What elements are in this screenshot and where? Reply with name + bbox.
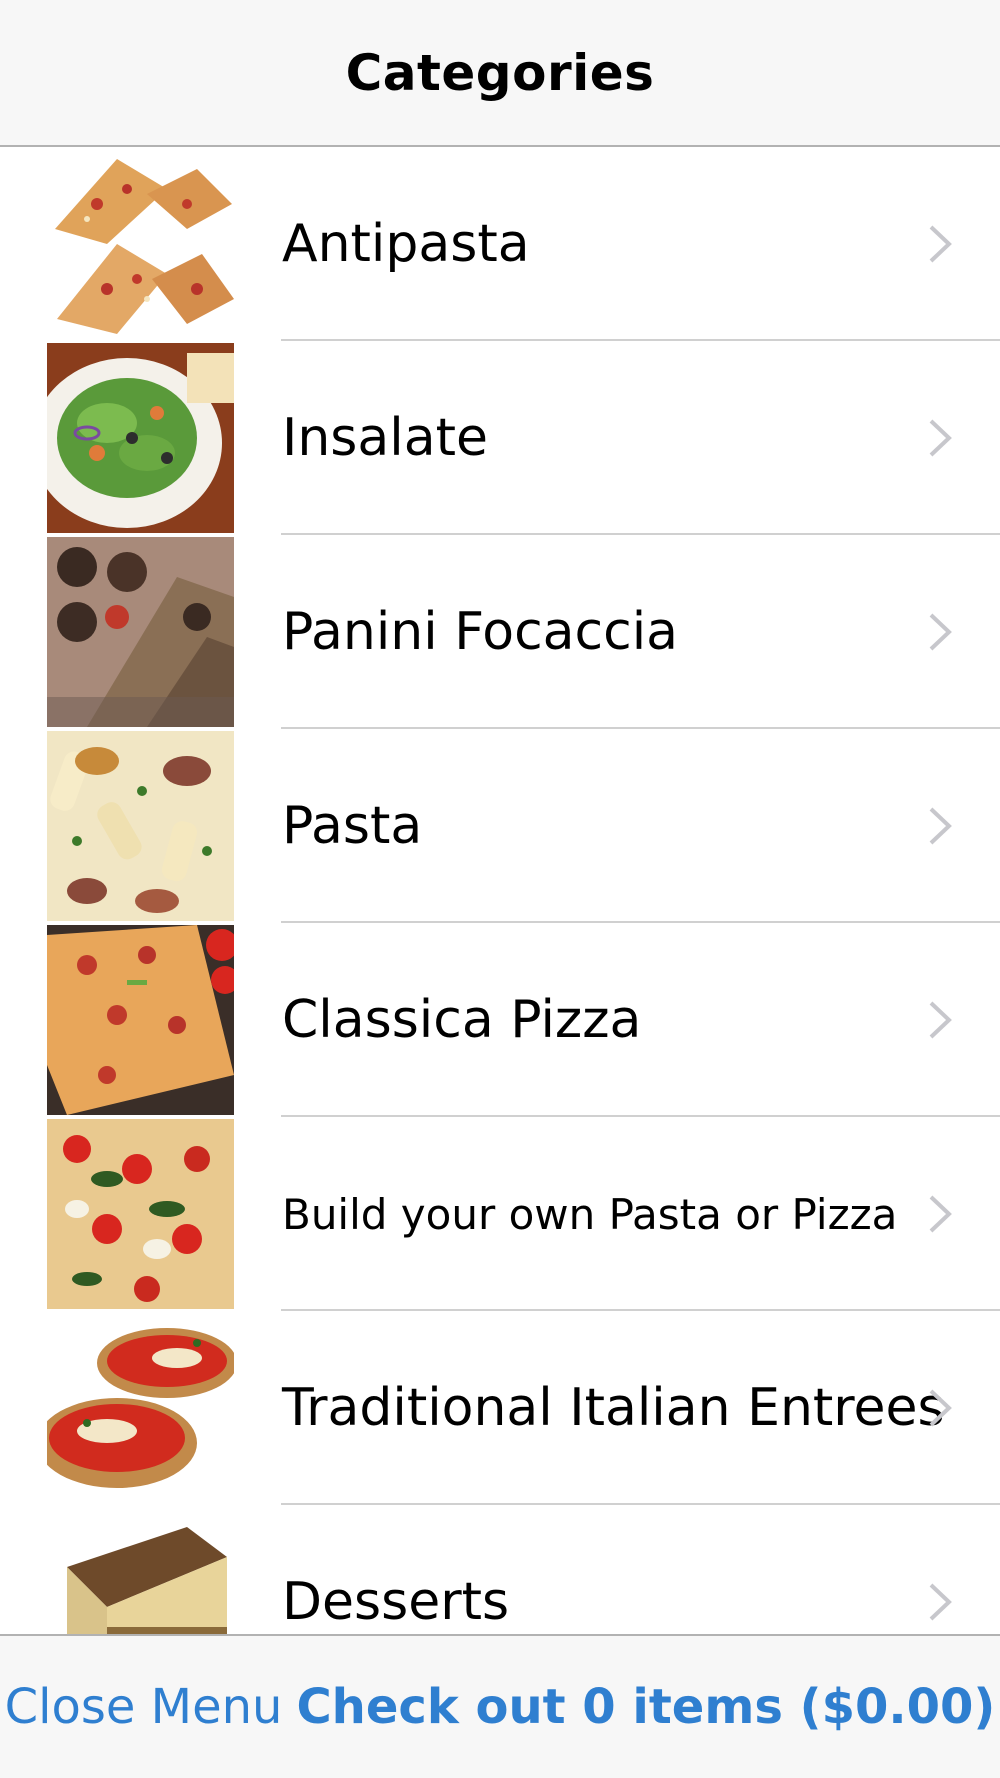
category-label: Build your own Pasta or Pizza: [282, 1189, 898, 1239]
chevron-right-icon: [925, 1581, 955, 1623]
category-label: Antipasta: [282, 214, 530, 274]
parmigiana-photo: [47, 1313, 234, 1503]
page-title: Categories: [345, 43, 655, 102]
chevron-right-icon: [925, 999, 955, 1041]
salad-photo: [47, 343, 234, 533]
focaccia-photo: [47, 537, 234, 727]
category-row-desserts[interactable]: Desserts: [0, 1505, 1000, 1634]
pizza-photo: [47, 1119, 234, 1309]
navigation-bar: Categories: [0, 0, 1000, 147]
chevron-right-icon: [925, 417, 955, 459]
category-list[interactable]: Antipasta Insalate Panini Focaccia Pasta…: [0, 147, 1000, 1634]
category-label: Pasta: [282, 796, 423, 856]
category-row-traditional-italian-entrees[interactable]: Traditional Italian Entrees: [0, 1311, 1000, 1505]
category-row-pasta[interactable]: Pasta: [0, 729, 1000, 923]
tiramisu-photo: [47, 1507, 234, 1634]
pizza-slice-photo: [47, 925, 234, 1115]
chevron-right-icon: [925, 805, 955, 847]
category-row-classica-pizza[interactable]: Classica Pizza: [0, 923, 1000, 1117]
category-row-panini-focaccia[interactable]: Panini Focaccia: [0, 535, 1000, 729]
category-label: Desserts: [282, 1572, 510, 1632]
checkout-button[interactable]: Check out 0 items ($0.00): [296, 1679, 995, 1735]
bottom-toolbar: Close Menu Check out 0 items ($0.00): [0, 1634, 1000, 1778]
bruschetta-photo: [47, 149, 234, 339]
category-label: Insalate: [282, 408, 488, 468]
chevron-right-icon: [925, 1193, 955, 1235]
chevron-right-icon: [925, 611, 955, 653]
chevron-right-icon: [925, 223, 955, 265]
category-label: Classica Pizza: [282, 990, 642, 1050]
category-label: Panini Focaccia: [282, 602, 679, 662]
category-label: Traditional Italian Entrees: [282, 1378, 945, 1438]
category-row-build-your-own[interactable]: Build your own Pasta or Pizza: [0, 1117, 1000, 1311]
category-row-insalate[interactable]: Insalate: [0, 341, 1000, 535]
close-menu-button[interactable]: Close Menu: [5, 1679, 283, 1735]
category-row-antipasta[interactable]: Antipasta: [0, 147, 1000, 341]
chevron-right-icon: [925, 1387, 955, 1429]
pasta-photo: [47, 731, 234, 921]
